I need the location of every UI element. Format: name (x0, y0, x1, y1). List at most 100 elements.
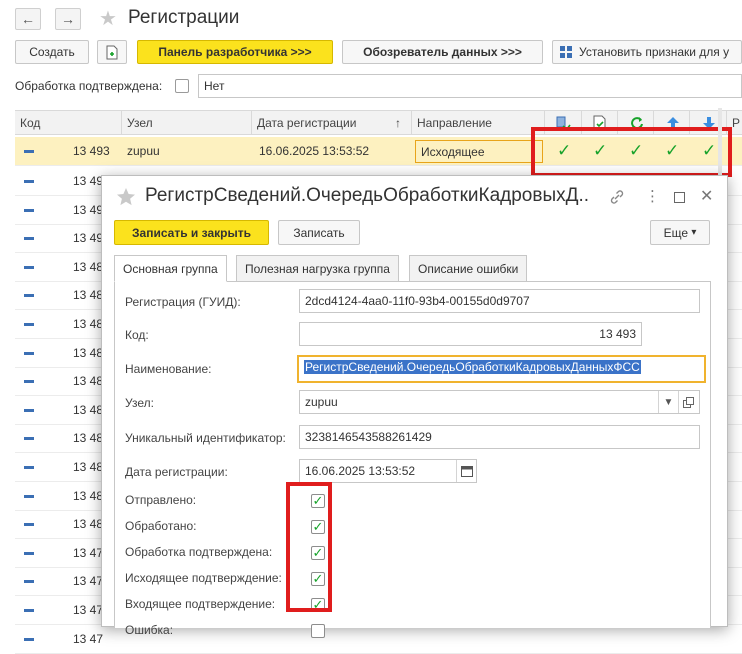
record-dialog: РегистрСведений.ОчередьОбработкиКадровых… (101, 175, 728, 638)
record-marker-icon (24, 523, 34, 527)
flag-label: Отправлено: (125, 493, 197, 507)
node-field[interactable]: zupuu (299, 390, 700, 414)
row-direction-cell[interactable]: Исходящее (415, 140, 543, 163)
row-code: 13 49 (73, 202, 104, 217)
row-code: 13 47 (73, 603, 104, 617)
row-code: 13 47 (73, 574, 104, 589)
column-header-direction[interactable]: Направление (412, 111, 545, 135)
record-marker-icon (24, 494, 34, 498)
record-marker-icon (24, 150, 34, 153)
chevron-down-icon: ▼ (663, 396, 674, 408)
more-button[interactable]: Еще ▾ (650, 220, 710, 245)
maximize-icon[interactable] (674, 192, 685, 203)
column-header-code[interactable]: Код (15, 111, 122, 135)
set-flags-label: Установить признаки для у (579, 45, 730, 59)
developer-panel-button[interactable]: Панель разработчика >>> (137, 40, 333, 64)
set-flags-button[interactable]: Установить признаки для у (552, 40, 742, 64)
record-marker-icon (24, 580, 34, 584)
dialog-title: РегистрСведений.ОчередьОбработкиКадровых… (145, 185, 590, 206)
link-icon[interactable] (609, 189, 625, 205)
row-code: 13 48 (73, 288, 104, 303)
record-marker-icon (24, 180, 34, 183)
open-window-icon (683, 396, 694, 408)
row-code: 13 49 (73, 231, 104, 246)
create-button[interactable]: Создать (15, 40, 89, 64)
row-code: 13 48 (73, 517, 104, 532)
row-code: 13 48 (73, 431, 104, 446)
flag-label: Обработано: (125, 519, 197, 533)
forward-button[interactable]: → (55, 8, 81, 30)
record-marker-icon (24, 466, 34, 469)
data-browser-button[interactable]: Обозреватель данных >>> (342, 40, 543, 64)
row-code: 13 48 (73, 317, 104, 331)
code-label: Код: (125, 328, 149, 342)
code-field[interactable]: 13 493 (299, 322, 642, 346)
more-vertical-icon[interactable]: ⋮ (645, 187, 660, 205)
record-marker-icon (24, 380, 34, 384)
copy-button[interactable] (97, 40, 127, 64)
calendar-icon (460, 466, 473, 477)
node-label: Узел: (125, 396, 154, 410)
tab-payload-group[interactable]: Полезная нагрузка группа (236, 255, 399, 282)
record-marker-icon (24, 237, 34, 241)
guid-field[interactable]: 2dcd4124-4aa0-11f0-93b4-00155d0d9707 (299, 289, 700, 313)
flag-label: Исходящее подтверждение: (125, 571, 282, 585)
close-icon[interactable]: ✕ (700, 186, 713, 206)
row-node: zupuu (127, 144, 160, 158)
record-marker-icon (24, 323, 34, 326)
uid-field[interactable]: 3238146543588261429 (299, 425, 700, 449)
chevron-down-icon: ▾ (691, 227, 697, 238)
row-code: 13 48 (73, 259, 104, 274)
write-and-close-button[interactable]: Записать и закрыть (114, 220, 269, 245)
flag-label: Входящее подтверждение: (125, 597, 276, 611)
highlight-box-checkboxes (286, 482, 332, 612)
flag-label: Обработка подтверждена: (125, 545, 273, 559)
row-code: 13 49 (73, 174, 104, 188)
flag-checkbox[interactable] (311, 624, 325, 638)
column-header-node[interactable]: Узел (122, 111, 252, 135)
filter-label: Обработка подтверждена: (15, 79, 163, 93)
page-title: Регистрации (128, 7, 240, 28)
row-code: 13 48 (73, 402, 104, 417)
tab-error-description[interactable]: Описание ошибки (409, 255, 528, 282)
record-marker-icon (24, 265, 34, 269)
registration-date-field[interactable]: 16.06.2025 13:53:52 (299, 459, 477, 483)
row-code: 13 48 (73, 488, 104, 503)
grid-icon (560, 46, 572, 58)
column-header-date[interactable]: Дата регистрации ↑ (252, 111, 412, 135)
tab-main-group[interactable]: Основная группа (114, 255, 227, 282)
row-date: 16.06.2025 13:53:52 (259, 144, 370, 158)
name-field-selected-text: РегистрСведений.ОчередьОбработкиКадровых… (304, 360, 641, 374)
name-field[interactable]: РегистрСведений.ОчередьОбработкиКадровых… (297, 355, 706, 383)
record-marker-icon (24, 609, 34, 612)
row-code: 13 47 (73, 631, 104, 646)
row-code: 13 48 (73, 460, 104, 474)
sort-ascending-icon: ↑ (395, 116, 401, 130)
uid-label: Уникальный идентификатор: (125, 431, 286, 445)
filter-checkbox[interactable] (175, 79, 189, 93)
flag-label: Ошибка: (125, 623, 174, 637)
node-dropdown-button[interactable]: ▼ (658, 391, 678, 413)
record-marker-icon (24, 637, 34, 641)
column-header-extra-label: Р (732, 116, 741, 130)
record-marker-icon (24, 351, 34, 355)
arrow-left-icon: ← (21, 11, 35, 27)
row-code: 13 48 (73, 374, 104, 389)
write-button[interactable]: Записать (278, 220, 360, 245)
record-marker-icon (24, 551, 34, 555)
calendar-button[interactable] (456, 460, 476, 482)
node-open-button[interactable] (678, 391, 698, 413)
row-code: 13 493 (73, 144, 110, 158)
record-marker-icon (24, 294, 34, 298)
record-marker-icon (24, 408, 34, 412)
registration-date-label: Дата регистрации: (125, 465, 228, 479)
row-code: 13 48 (73, 345, 104, 360)
tab-panel-main: Регистрация (ГУИД): 2dcd4124-4aa0-11f0-9… (114, 281, 711, 638)
name-label: Наименование: (125, 362, 212, 376)
favorite-star-icon[interactable] (116, 187, 136, 207)
favorite-star-icon[interactable]: ★ (99, 6, 117, 31)
filter-value-field[interactable]: Нет (198, 74, 742, 98)
arrow-right-icon: → (61, 11, 75, 27)
guid-label: Регистрация (ГУИД): (125, 295, 241, 309)
back-button[interactable]: ← (15, 8, 41, 30)
